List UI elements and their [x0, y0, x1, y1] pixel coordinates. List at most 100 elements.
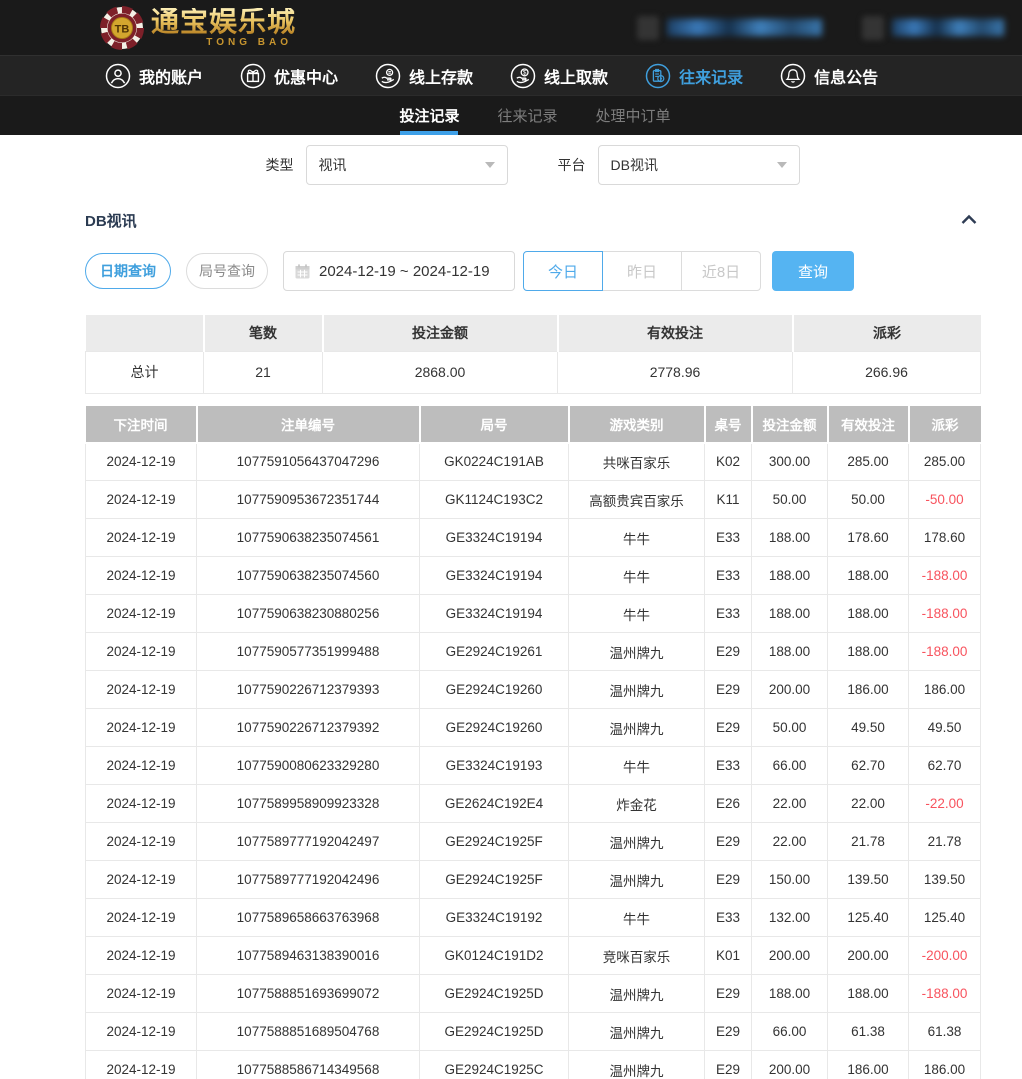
- summary-table: 笔数 投注金额 有效投注 派彩 总计 21 2868.00 2778.96 26…: [85, 315, 981, 394]
- user-info: [637, 16, 1004, 40]
- cell-table-no: E29: [705, 823, 752, 861]
- cell-game-type: 温州牌九: [569, 975, 705, 1013]
- cell-table-no: E29: [705, 1051, 752, 1079]
- records-header-bet-time: 下注时间: [86, 406, 197, 443]
- cell-payout: -22.00: [909, 785, 981, 823]
- svg-text:TB: TB: [115, 23, 130, 35]
- user-name-icon: [862, 16, 884, 40]
- cell-order-id: 1077590638230880256: [197, 595, 420, 633]
- cell-bet-time: 2024-12-19: [86, 481, 197, 519]
- table-row: 2024-12-19 1077590638235074560 GE3324C19…: [86, 557, 981, 595]
- cell-valid-bet: 50.00: [828, 481, 909, 519]
- query-toolbar: 日期查询 局号查询 2024-12-19 ~ 2024-12-19 今日 昨日 …: [85, 251, 980, 291]
- panel-title: DB视讯: [85, 210, 137, 231]
- cell-bet-time: 2024-12-19: [86, 1051, 197, 1079]
- cell-bet-amount: 22.00: [752, 823, 828, 861]
- cell-round-id: GE3324C19194: [420, 595, 569, 633]
- nav-item-deposit[interactable]: 线上存款: [375, 63, 473, 89]
- table-row: 2024-12-19 1077589777192042496 GE2924C19…: [86, 861, 981, 899]
- cell-valid-bet: 125.40: [828, 899, 909, 937]
- cell-table-no: E29: [705, 861, 752, 899]
- cell-game-type: 牛牛: [569, 557, 705, 595]
- calendar-icon: [294, 263, 311, 280]
- cell-bet-time: 2024-12-19: [86, 633, 197, 671]
- nav-item-my-account[interactable]: 我的账户: [105, 63, 203, 89]
- summary-total-label: 总计: [86, 351, 204, 393]
- yesterday-button[interactable]: 昨日: [602, 251, 682, 291]
- cell-payout: -50.00: [909, 481, 981, 519]
- cell-valid-bet: 188.00: [828, 975, 909, 1013]
- cell-bet-amount: 188.00: [752, 557, 828, 595]
- nav-item-transaction-records[interactable]: 往来记录: [645, 63, 743, 89]
- records-header-game-type: 游戏类别: [569, 406, 705, 443]
- brand-logo[interactable]: TB 通宝娱乐城 TONG BAO: [100, 6, 296, 50]
- nav-item-withdraw[interactable]: $ 线上取款: [510, 63, 608, 89]
- summary-total-bet-amount: 2868.00: [323, 351, 558, 393]
- last-8-days-button[interactable]: 近8日: [681, 251, 761, 291]
- withdraw-icon: $: [510, 63, 536, 89]
- user-balance-blurred[interactable]: [637, 16, 822, 40]
- cell-table-no: K02: [705, 443, 752, 481]
- table-row: 2024-12-19 1077588851689504768 GE2924C19…: [86, 1013, 981, 1051]
- cell-round-id: GE2924C1925D: [420, 1013, 569, 1051]
- summary-total-payout: 266.96: [793, 351, 981, 393]
- nav-item-promotions[interactable]: 优惠中心: [240, 63, 338, 89]
- tab-pending-orders[interactable]: 处理中订单: [592, 96, 675, 135]
- cell-bet-amount: 200.00: [752, 937, 828, 975]
- cell-round-id: GE2924C1925F: [420, 861, 569, 899]
- cell-game-type: 牛牛: [569, 747, 705, 785]
- cell-bet-amount: 300.00: [752, 443, 828, 481]
- nav-item-announcements[interactable]: 信息公告: [780, 63, 878, 89]
- platform-select[interactable]: DB视讯: [598, 145, 800, 185]
- platform-select-value: DB视讯: [611, 155, 658, 175]
- tab-transaction-records[interactable]: 往来记录: [493, 96, 561, 135]
- cell-valid-bet: 188.00: [828, 595, 909, 633]
- today-button[interactable]: 今日: [523, 251, 603, 291]
- cell-payout: 62.70: [909, 747, 981, 785]
- cell-order-id: 1077589958909923328: [197, 785, 420, 823]
- date-query-button[interactable]: 日期查询: [85, 253, 171, 289]
- cell-bet-amount: 22.00: [752, 785, 828, 823]
- cell-payout: -200.00: [909, 937, 981, 975]
- round-query-button[interactable]: 局号查询: [186, 253, 268, 289]
- cell-payout: -188.00: [909, 595, 981, 633]
- nav-label: 往来记录: [679, 64, 743, 88]
- type-select-value: 视讯: [319, 155, 347, 175]
- cell-valid-bet: 62.70: [828, 747, 909, 785]
- records-header-bet-amount: 投注金额: [752, 406, 828, 443]
- cell-bet-amount: 66.00: [752, 747, 828, 785]
- cell-order-id: 1077589777192042496: [197, 861, 420, 899]
- date-range-input[interactable]: 2024-12-19 ~ 2024-12-19: [283, 251, 515, 291]
- collapse-chevron-up-icon[interactable]: [958, 209, 980, 231]
- cell-round-id: GE3324C19193: [420, 747, 569, 785]
- cell-bet-time: 2024-12-19: [86, 1013, 197, 1051]
- nav-label: 我的账户: [139, 64, 203, 88]
- cell-round-id: GE3324C19194: [420, 519, 569, 557]
- table-row: 2024-12-19 1077590577351999488 GE2924C19…: [86, 633, 981, 671]
- cell-order-id: 1077590638235074561: [197, 519, 420, 557]
- cell-valid-bet: 61.38: [828, 1013, 909, 1051]
- cell-game-type: 温州牌九: [569, 633, 705, 671]
- user-name-text-blurred: [892, 19, 1004, 36]
- nav-label: 线上取款: [544, 64, 608, 88]
- user-name-blurred[interactable]: [862, 16, 1004, 40]
- table-row: 2024-12-19 1077590638230880256 GE3324C19…: [86, 595, 981, 633]
- cell-bet-time: 2024-12-19: [86, 861, 197, 899]
- summary-total-valid-bet: 2778.96: [558, 351, 793, 393]
- cell-table-no: K01: [705, 937, 752, 975]
- cell-payout: 61.38: [909, 1013, 981, 1051]
- cell-valid-bet: 49.50: [828, 709, 909, 747]
- records-body: 2024-12-19 1077591056437047296 GK0224C19…: [86, 443, 981, 1079]
- cell-order-id: 1077589463138390016: [197, 937, 420, 975]
- cell-game-type: 温州牌九: [569, 1051, 705, 1079]
- tab-bet-records[interactable]: 投注记录: [395, 96, 463, 135]
- nav-label: 信息公告: [814, 64, 878, 88]
- platform-filter-label: 平台: [558, 155, 586, 175]
- records-header-payout: 派彩: [909, 406, 981, 443]
- cell-payout: 125.40: [909, 899, 981, 937]
- type-select[interactable]: 视讯: [306, 145, 508, 185]
- cell-table-no: E33: [705, 595, 752, 633]
- table-row: 2024-12-19 1077589463138390016 GK0124C19…: [86, 937, 981, 975]
- search-button[interactable]: 查询: [772, 251, 854, 291]
- cell-order-id: 1077590080623329280: [197, 747, 420, 785]
